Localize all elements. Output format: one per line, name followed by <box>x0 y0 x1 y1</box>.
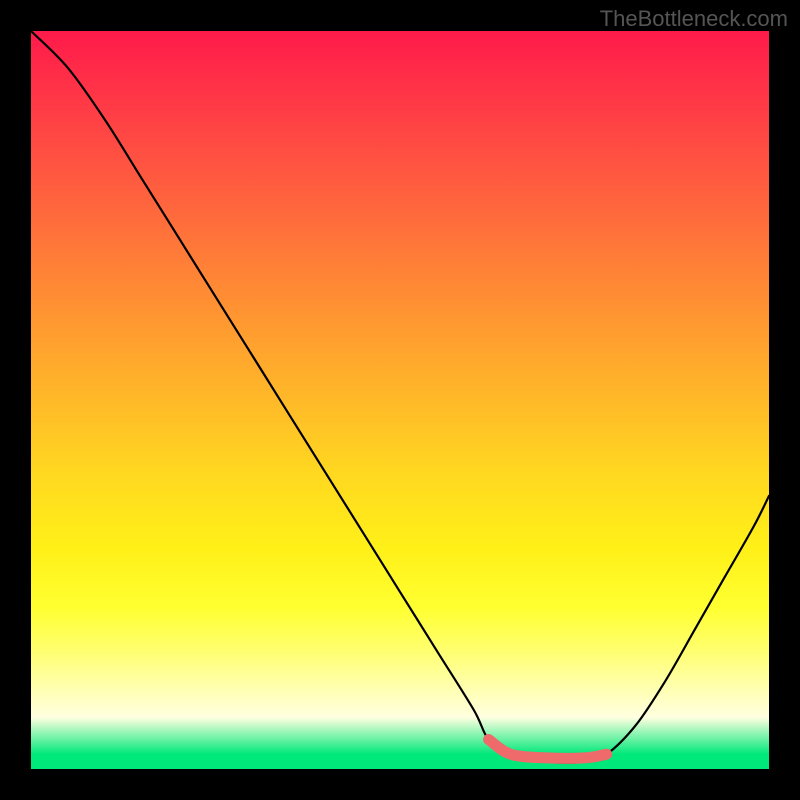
chart-highlight-segment <box>489 740 607 759</box>
chart-plot-area <box>31 31 769 769</box>
chart-curve <box>31 31 769 769</box>
watermark-text: TheBottleneck.com <box>600 6 788 32</box>
